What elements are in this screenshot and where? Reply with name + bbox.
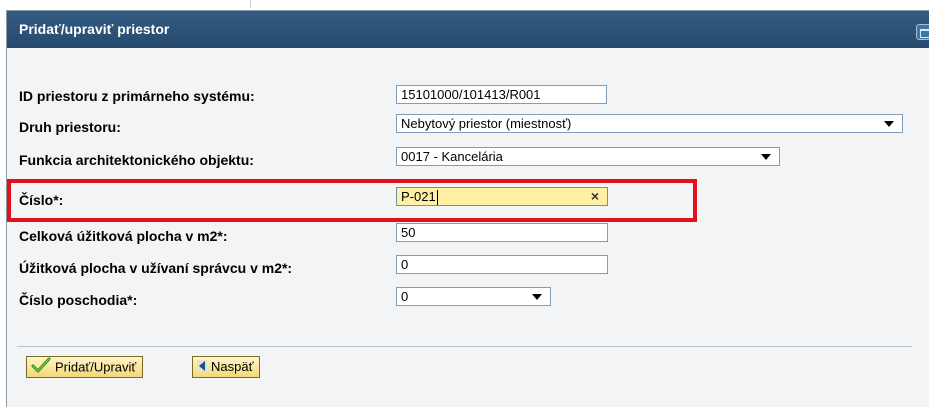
- dropdown-arrow-icon[interactable]: [761, 154, 771, 160]
- column-divider: [250, 0, 251, 8]
- uziv-label: Úžitková plocha v užívaní správcu v m2*:: [19, 260, 293, 276]
- back-button[interactable]: Naspäť: [192, 356, 261, 378]
- id-label: ID priestoru z primárneho systému:: [19, 88, 255, 104]
- maximize-icon[interactable]: [916, 24, 929, 40]
- dropdown-arrow-icon[interactable]: [532, 294, 542, 300]
- poschodie-dropdown[interactable]: 0: [396, 287, 551, 306]
- plocha-field[interactable]: 50: [396, 223, 608, 242]
- dialog-title: Pridať/upraviť priestor: [19, 21, 170, 37]
- funkcia-label: Funkcia architektonického objektu:: [19, 152, 254, 168]
- back-label: Naspäť: [211, 359, 254, 374]
- id-value: 15101000/101413/R001: [401, 87, 541, 102]
- checkmark-icon: [31, 357, 51, 379]
- dropdown-arrow-icon[interactable]: [884, 121, 894, 127]
- back-arrow-icon: [197, 358, 207, 378]
- cislo-label: Číslo*:: [19, 192, 64, 208]
- plocha-value: 50: [401, 225, 416, 240]
- funkcia-dropdown[interactable]: 0017 - Kancelária: [396, 147, 780, 166]
- druh-value: Nebytový priestor (miestnosť): [401, 116, 572, 131]
- cislo-value: P-021: [401, 189, 436, 204]
- poschodie-label: Číslo poschodia*:: [19, 292, 138, 308]
- cislo-field[interactable]: P-021 ×: [396, 187, 608, 206]
- clear-x-icon[interactable]: ×: [591, 188, 599, 205]
- divider: [17, 346, 912, 347]
- add-edit-space-dialog: Pridať/upraviť priestor ID priestoru z p…: [6, 10, 929, 407]
- druh-label: Druh priestoru:: [19, 119, 121, 135]
- poschodie-value: 0: [401, 289, 409, 304]
- uziv-value: 0: [401, 257, 409, 272]
- add-edit-button[interactable]: Pridať/Upraviť: [26, 356, 144, 379]
- funkcia-value: 0017 - Kancelária: [401, 149, 503, 164]
- add-edit-label: Pridať/Upraviť: [55, 359, 137, 375]
- plocha-label: Celková úžitková plocha v m2*:: [19, 228, 228, 244]
- uziv-field[interactable]: 0: [396, 255, 608, 274]
- druh-dropdown[interactable]: Nebytový priestor (miestnosť): [396, 114, 903, 133]
- id-field[interactable]: 15101000/101413/R001: [396, 85, 607, 104]
- text-caret: [436, 190, 438, 206]
- dialog-titlebar: Pridať/upraviť priestor: [7, 11, 929, 48]
- top-strip: [0, 0, 929, 10]
